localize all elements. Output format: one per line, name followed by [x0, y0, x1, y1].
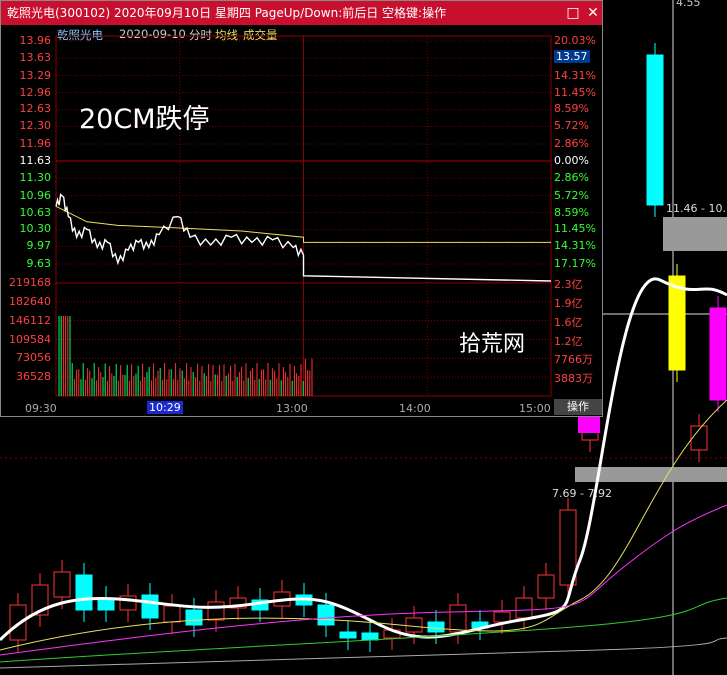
bg-top-value: 4.55: [676, 0, 701, 9]
price-tick-left: 13.96: [19, 34, 52, 47]
pct-tick-right: 0.00%: [554, 154, 589, 167]
time-label-1300: 13:00: [276, 402, 308, 415]
cursor-time-label: 10:29: [147, 401, 183, 414]
price-tick-left: 10.96: [19, 188, 52, 202]
limit-down-annotation: 20CM跌停: [79, 104, 210, 135]
intraday-popup-window[interactable]: 乾照光电(300102) 2020年09月10日 星期四 PageUp/Down…: [0, 0, 603, 417]
bg-candle-body: [537, 574, 555, 599]
amount-tick-right: 1.6亿: [554, 315, 583, 329]
price-tick-left: 11.30: [19, 170, 52, 184]
bg-candle-body: [709, 307, 727, 401]
price-tick-left: 13.29: [19, 68, 52, 82]
price-tick-left: 11.96: [19, 137, 52, 150]
current-price-tag: 13.57: [554, 50, 590, 63]
price-tick-left: 10.30: [19, 222, 52, 236]
bg-candle-body: [449, 604, 467, 633]
pct-tick-right: 8.59%: [554, 205, 589, 219]
amount-tick-right: 1.9亿: [554, 296, 583, 310]
pct-tick-right: 11.45%: [554, 85, 596, 99]
bg-candle-body: [668, 275, 686, 371]
bg-magenta-bar: [578, 417, 600, 433]
pct-tick-right: 2.86%: [554, 137, 589, 150]
pct-tick-right: 20.03%: [554, 34, 596, 47]
price-tick-left: 10.63: [19, 205, 52, 219]
bg-candle-body: [317, 604, 335, 626]
volume-tick-left: 182640: [9, 294, 51, 308]
price-tick-left: 12.63: [19, 102, 52, 116]
amount-tick-right: 7766万: [554, 353, 593, 367]
bg-candle-body: [339, 631, 357, 639]
bg-candle-body: [53, 571, 71, 598]
pct-tick-right: 17.17%: [554, 257, 596, 270]
pct-tick-right: 11.45%: [554, 222, 596, 236]
price-tick-left: 11.63: [19, 154, 52, 167]
price-tick-left: 12.30: [19, 119, 52, 133]
pct-tick-right: 5.72%: [554, 119, 589, 133]
volume-tick-left: 146112: [9, 313, 51, 327]
time-label-0930: 09:30: [25, 402, 57, 415]
price-tick-left: 9.63: [26, 257, 52, 270]
pct-tick-right: 8.59%: [554, 102, 589, 116]
volume-tick-left: 109584: [9, 332, 51, 346]
pct-tick-right: 14.31%: [554, 68, 596, 82]
watermark-text: 拾荒网: [459, 332, 526, 357]
volume-tick-left: 219168: [9, 276, 51, 289]
bg-candle-body: [163, 605, 181, 623]
bg-range-low-label: 7.69 - 7.92: [552, 487, 612, 500]
operations-button[interactable]: 操作: [554, 399, 602, 415]
amount-tick-right: 3883万: [554, 372, 593, 386]
time-label-1500: 15:00: [519, 402, 551, 415]
time-label-1400: 14:00: [399, 402, 431, 415]
amount-tick-right: 1.2亿: [554, 334, 583, 348]
bg-candle-body: [515, 597, 533, 619]
bg-candle-body: [646, 54, 664, 206]
bg-candle-body: [141, 594, 159, 619]
price-tick-left: 9.97: [26, 239, 52, 253]
bg-candle-body: [405, 617, 423, 633]
volume-tick-left: 36528: [16, 370, 51, 384]
pct-tick-right: 2.86%: [554, 170, 589, 184]
pct-tick-right: 5.72%: [554, 188, 589, 202]
bg-candle-body: [207, 601, 225, 621]
price-tick-left: 13.63: [19, 50, 52, 64]
bg-candle-body: [427, 621, 445, 633]
bg-range-high-label: 11.46 - 10.: [666, 202, 726, 215]
price-tick-left: 12.96: [19, 85, 52, 99]
amount-tick-right: 2.3亿: [554, 278, 583, 291]
bg-candle-body: [9, 604, 27, 641]
bg-candle-body: [185, 609, 203, 626]
volume-tick-left: 73056: [16, 351, 51, 365]
bg-candle-body: [493, 611, 511, 623]
bg-ma10-line: [0, 399, 727, 651]
bg-range-high-box: [663, 217, 727, 251]
bg-candle-body: [361, 632, 379, 641]
bg-candle-body: [75, 574, 93, 611]
bg-ma60-line: [0, 637, 727, 669]
pct-tick-right: 14.31%: [554, 239, 596, 253]
